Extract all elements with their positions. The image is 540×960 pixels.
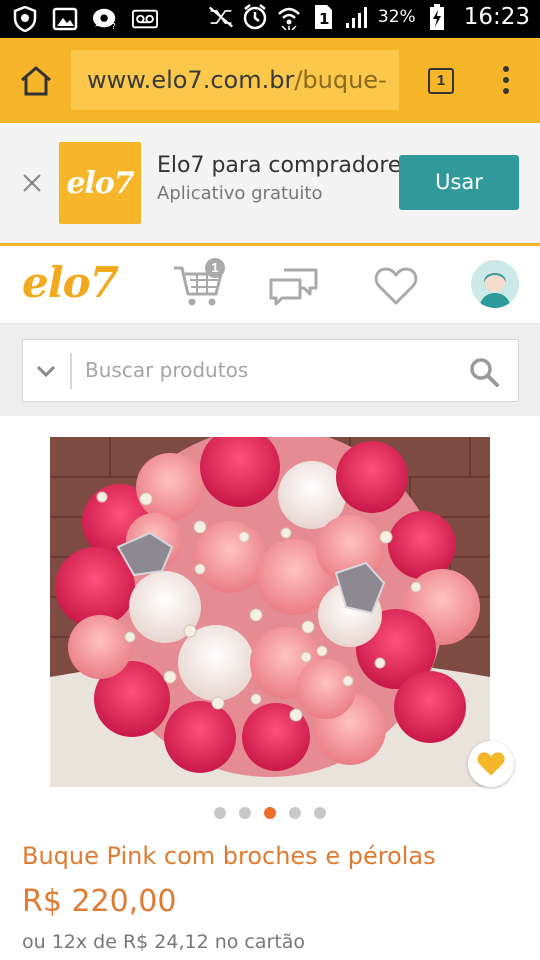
- alarm-icon: [242, 4, 268, 30]
- status-bar-system: 1 32% 16:23: [208, 4, 530, 30]
- dot-icon: [503, 88, 509, 94]
- battery-percent: 32%: [377, 7, 416, 27]
- chevron-down-icon: [36, 365, 56, 378]
- close-icon: [23, 174, 41, 192]
- dot-icon: [503, 77, 509, 83]
- search-icon: [470, 358, 499, 387]
- status-bar-notifications: ?: [12, 6, 158, 32]
- search-input[interactable]: [85, 358, 445, 382]
- product-installments: ou 12x de R$ 24,12 no cartão: [22, 931, 306, 953]
- url-path: /buque-: [294, 66, 387, 94]
- cart-button[interactable]: 1: [172, 258, 228, 308]
- use-app-button[interactable]: Usar: [399, 155, 519, 210]
- mute-icon: [208, 4, 234, 30]
- browser-toolbar: www.elo7.com.br/buque- 1: [0, 38, 540, 123]
- battery-charging-icon: [424, 4, 450, 30]
- bouquet-image: [50, 437, 490, 787]
- sim-icon: 1: [310, 4, 336, 30]
- search-button[interactable]: [469, 357, 499, 387]
- shield-icon: [12, 6, 38, 32]
- chat-bubble-icon: ?: [92, 6, 118, 32]
- home-icon: [21, 66, 51, 96]
- avatar-icon: [471, 260, 519, 308]
- chat-icon: [269, 268, 318, 306]
- search-box: [22, 339, 519, 402]
- status-bar: ? 1 32% 16:23: [0, 0, 540, 38]
- carousel-dot[interactable]: [289, 807, 301, 819]
- product-title: Buque Pink com broches e pérolas: [22, 842, 436, 870]
- messages-button[interactable]: [268, 266, 320, 306]
- carousel-dot[interactable]: [314, 807, 326, 819]
- close-banner-button[interactable]: [20, 171, 44, 195]
- svg-text:?: ?: [112, 21, 116, 31]
- voicemail-icon: [132, 6, 158, 32]
- favorite-button[interactable]: [468, 741, 514, 787]
- cart-count-badge: 1: [205, 258, 225, 278]
- carousel-dot[interactable]: [239, 807, 251, 819]
- app-banner-title: Elo7 para compradores: [157, 153, 413, 178]
- carousel-indicator: [0, 807, 540, 819]
- search-area: [0, 324, 540, 416]
- app-install-banner: elo7 Elo7 para compradores Aplicativo gr…: [0, 123, 540, 243]
- heart-filled-icon: [477, 752, 505, 776]
- url-host: www.elo7.com.br: [87, 66, 295, 94]
- app-logo: elo7: [59, 142, 141, 224]
- favorites-button[interactable]: [374, 266, 418, 306]
- carousel-dot[interactable]: [264, 807, 276, 819]
- app-logo-text: elo7: [66, 165, 134, 201]
- search-separator: [70, 353, 72, 389]
- app-banner-subtitle: Aplicativo gratuito: [157, 183, 323, 204]
- wifi-icon: [276, 4, 302, 30]
- clock: 16:23: [463, 4, 530, 30]
- product-image[interactable]: [50, 437, 490, 787]
- carousel-dot[interactable]: [214, 807, 226, 819]
- tab-switcher-button[interactable]: 1: [428, 68, 454, 94]
- dot-icon: [503, 66, 509, 72]
- home-button[interactable]: [18, 64, 54, 98]
- address-bar[interactable]: www.elo7.com.br/buque-: [71, 50, 399, 110]
- overflow-menu-button[interactable]: [496, 66, 516, 96]
- heart-icon: [374, 267, 418, 305]
- svg-text:1: 1: [319, 10, 329, 28]
- site-logo[interactable]: elo7: [22, 258, 119, 307]
- category-dropdown[interactable]: [35, 360, 57, 382]
- site-header: elo7 1: [0, 246, 540, 324]
- product-price: R$ 220,00: [22, 884, 177, 919]
- signal-icon: [344, 4, 370, 30]
- image-icon: [52, 6, 78, 32]
- avatar-button[interactable]: [471, 260, 519, 308]
